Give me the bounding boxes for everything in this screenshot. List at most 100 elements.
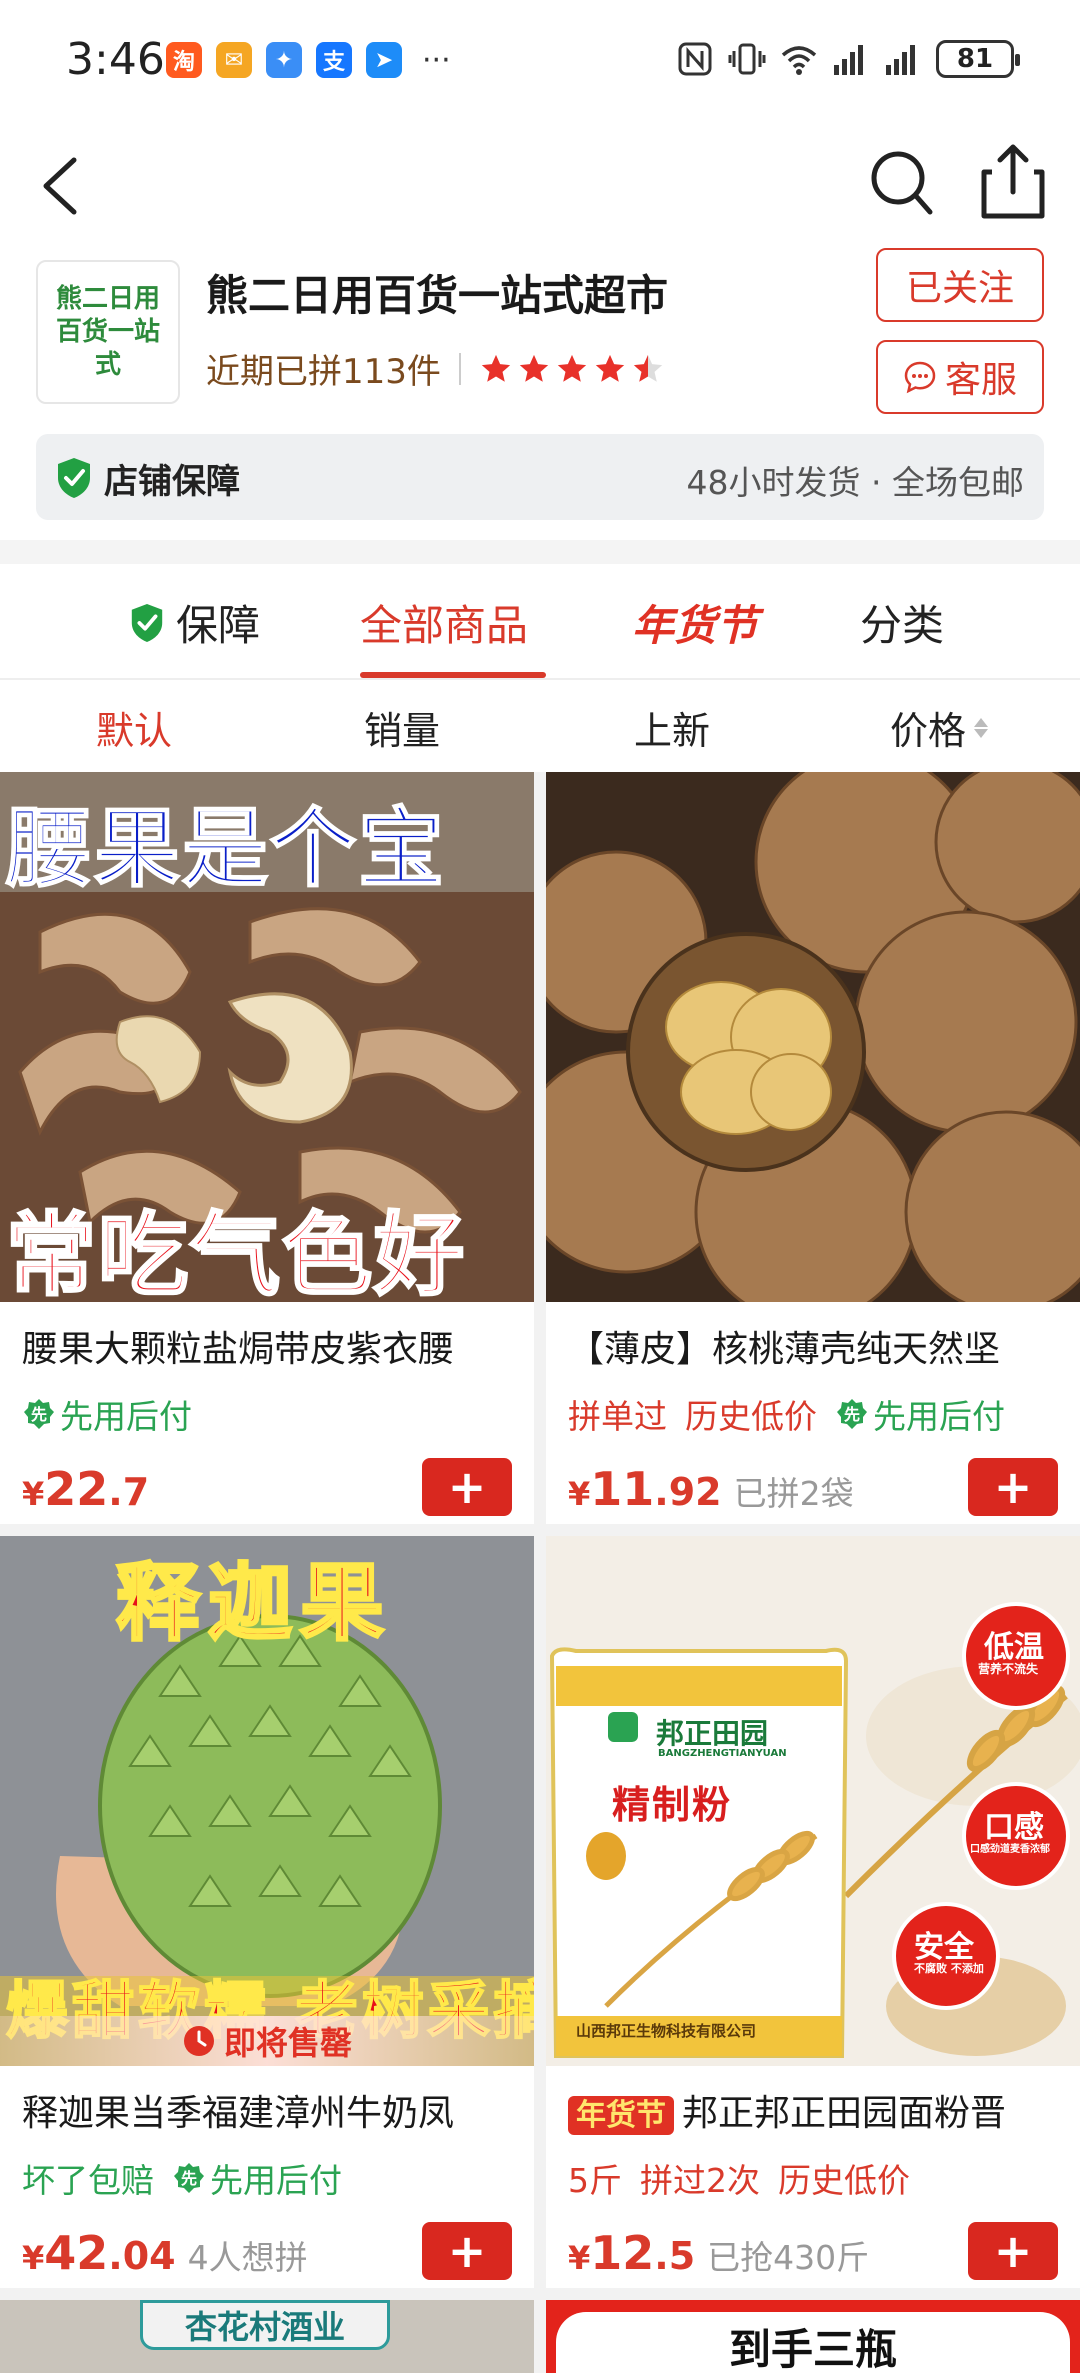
tab-guarantee[interactable]: 保障 bbox=[128, 592, 260, 653]
clock-icon bbox=[183, 2026, 214, 2056]
follow-button[interactable]: 已关注 bbox=[876, 248, 1044, 322]
image-maker: 山西邦正生物科技有限公司 bbox=[576, 2022, 757, 2040]
nav-bar bbox=[0, 130, 1080, 240]
product-title[interactable]: 释迦果当季福建漳州牛奶凤 bbox=[22, 2084, 522, 2136]
selling-out-banner: 即将售罄 bbox=[0, 2016, 534, 2066]
sort-arrows-icon bbox=[974, 717, 989, 738]
system-icons: 81 bbox=[676, 40, 1020, 78]
tag-lowest-price: 历史低价 bbox=[685, 1397, 817, 1436]
sort-bar: 默认 销量 上新 价格 bbox=[0, 682, 1080, 772]
product-card[interactable]: 邦正田园 BANGZHENGTIANYUAN 精制粉 山西邦正生物科技有限公司 … bbox=[546, 1536, 1080, 2288]
sold-count: 已拼2袋 bbox=[733, 1474, 854, 1513]
star-icon bbox=[481, 354, 511, 382]
alipay-app-icon: 支 bbox=[316, 42, 352, 78]
product-price: ¥ 11 .92 已拼2袋 bbox=[568, 1462, 854, 1516]
star-icon bbox=[519, 354, 549, 382]
add-to-cart-button[interactable]: + bbox=[422, 1458, 512, 1516]
star-icon bbox=[595, 354, 625, 382]
guarantee-info: 48小时发货 · 全场包邮 bbox=[686, 463, 1024, 502]
badge-low-temp-sub: 营养不流失 bbox=[978, 1662, 1039, 1676]
svg-text:先: 先 bbox=[844, 1405, 860, 1424]
image-bottom-text: 常吃气色好 bbox=[5, 1202, 466, 1303]
customer-service-button[interactable]: 客服 bbox=[876, 340, 1044, 414]
product-card-peek[interactable]: 杏花村酒业 bbox=[0, 2300, 534, 2373]
tab-category[interactable]: 分类 bbox=[860, 592, 944, 653]
product-card-peek[interactable]: 到手三瓶 bbox=[546, 2300, 1080, 2373]
pay-later-icon: 先 bbox=[837, 1399, 867, 1429]
status-bar: 3:46 淘 ✉ ✦ 支 ➤ ··· 81 bbox=[0, 0, 1080, 120]
product-card[interactable]: 【薄皮】核桃薄壳纯天然坚 拼单过 历史低价 先 先用后付 ¥ 11 .92 已拼… bbox=[546, 772, 1080, 1524]
tab-new-year-festival[interactable]: 年货节 bbox=[632, 592, 758, 653]
customer-service-label: 客服 bbox=[944, 360, 1017, 401]
sold-count: 已抢430斤 bbox=[707, 2238, 870, 2277]
shop-guarantee-bar[interactable]: 店铺保障 48小时发货 · 全场包邮 bbox=[36, 434, 1044, 520]
sort-default[interactable]: 默认 bbox=[96, 700, 172, 755]
mail-app-icon: ✉ bbox=[216, 42, 252, 78]
tag-lowest-price: 历史低价 bbox=[778, 2161, 910, 2200]
sort-newest[interactable]: 上新 bbox=[634, 700, 710, 755]
rating-stars bbox=[479, 352, 665, 386]
recent-sales: 近期已拼113件 bbox=[206, 352, 441, 392]
signal-icon-1 bbox=[834, 45, 863, 75]
product-image[interactable]: 释迦果 爆甜软糯 老树采摘 即将售罄 bbox=[0, 1536, 534, 2066]
shop-stats: 近期已拼113件 bbox=[206, 344, 665, 393]
peek-left-banner: 杏花村酒业 bbox=[140, 2300, 390, 2350]
product-tags: 拼单过 历史低价 先 先用后付 bbox=[568, 1390, 1005, 1438]
product-price: ¥ 42 .04 4人想拼 bbox=[22, 2226, 308, 2280]
half-star-icon bbox=[633, 354, 663, 382]
guarantee-label: 店铺保障 bbox=[104, 462, 240, 502]
section-divider bbox=[0, 540, 1080, 564]
tag-pay-later: 先 先用后付 bbox=[22, 1390, 192, 1438]
tab-all-products[interactable]: 全部商品 bbox=[360, 592, 528, 653]
tag-pay-later: 先 先用后付 bbox=[172, 2154, 342, 2202]
product-card[interactable]: 腰果是个宝 常吃气色好 腰果大颗粒盐焗带皮紫衣腰 先 先用后付 ¥ 22 .7 … bbox=[0, 772, 534, 1524]
sort-price-label: 价格 bbox=[890, 709, 967, 753]
arrow-app-icon: ➤ bbox=[366, 42, 402, 78]
pay-later-icon: 先 bbox=[174, 2163, 204, 2193]
taobao-app-icon: 淘 bbox=[166, 42, 202, 78]
product-card[interactable]: 释迦果 爆甜软糯 老树采摘 即将售罄 释迦果当季福建漳州牛奶凤 坏了包赔 先 先… bbox=[0, 1536, 534, 2288]
product-image[interactable]: 腰果是个宝 常吃气色好 bbox=[0, 772, 534, 1302]
share-icon[interactable] bbox=[978, 142, 1048, 222]
tag-group-bought: 拼单过 bbox=[568, 1397, 667, 1436]
add-to-cart-button[interactable]: + bbox=[422, 2222, 512, 2280]
image-brand: 邦正田园 bbox=[656, 1717, 769, 1750]
chat-bubble-icon bbox=[904, 361, 936, 394]
product-title[interactable]: 【薄皮】核桃薄壳纯天然坚 bbox=[568, 1320, 1068, 1372]
svg-text:先: 先 bbox=[181, 2169, 197, 2188]
back-arrow-icon[interactable] bbox=[34, 146, 98, 226]
more-notifications-icon: ··· bbox=[422, 42, 451, 78]
product-tags: 坏了包赔 先 先用后付 bbox=[22, 2154, 342, 2202]
sort-price[interactable]: 价格 bbox=[890, 700, 989, 755]
tab-guarantee-label: 保障 bbox=[176, 601, 261, 650]
shield-check-icon bbox=[58, 458, 90, 498]
sort-sales[interactable]: 销量 bbox=[364, 700, 440, 755]
shop-logo[interactable]: 熊二日用百货一站式 bbox=[36, 260, 180, 404]
product-title[interactable]: 年货节 邦正邦正田园面粉晋 bbox=[568, 2084, 1068, 2136]
want-count: 4人想拼 bbox=[187, 2238, 308, 2277]
product-image[interactable]: 邦正田园 BANGZHENGTIANYUAN 精制粉 山西邦正生物科技有限公司 … bbox=[546, 1536, 1080, 2066]
tag-bought-before: 拼过2次 bbox=[640, 2161, 760, 2200]
product-title[interactable]: 腰果大颗粒盐焗带皮紫衣腰 bbox=[22, 1320, 522, 1372]
product-tags: 先 先用后付 bbox=[22, 1390, 192, 1438]
pay-later-icon: 先 bbox=[24, 1399, 54, 1429]
search-icon[interactable] bbox=[866, 144, 936, 220]
new-year-festival-badge: 年货节 bbox=[568, 2096, 674, 2135]
divider bbox=[458, 352, 461, 385]
active-tab-indicator bbox=[360, 672, 546, 678]
star-icon bbox=[557, 354, 587, 382]
shop-name: 熊二日用百货一站式超市 bbox=[206, 271, 669, 320]
shop-tabs: 保障 全部商品 年货节 分类 bbox=[0, 566, 1080, 680]
pinwheel-app-icon: ✦ bbox=[266, 42, 302, 78]
add-to-cart-button[interactable]: + bbox=[968, 2222, 1058, 2280]
product-price: ¥ 12 .5 已抢430斤 bbox=[568, 2226, 870, 2280]
wifi-icon bbox=[781, 46, 817, 75]
nfc-icon bbox=[678, 42, 712, 76]
product-image[interactable] bbox=[546, 772, 1080, 1302]
tag-pay-later: 先 先用后付 bbox=[835, 1390, 1005, 1438]
shield-check-icon bbox=[131, 603, 163, 642]
vibrate-icon bbox=[728, 43, 766, 75]
svg-text:先: 先 bbox=[31, 1405, 47, 1424]
add-to-cart-button[interactable]: + bbox=[968, 1458, 1058, 1516]
tag-weight: 5斤 bbox=[568, 2161, 622, 2200]
